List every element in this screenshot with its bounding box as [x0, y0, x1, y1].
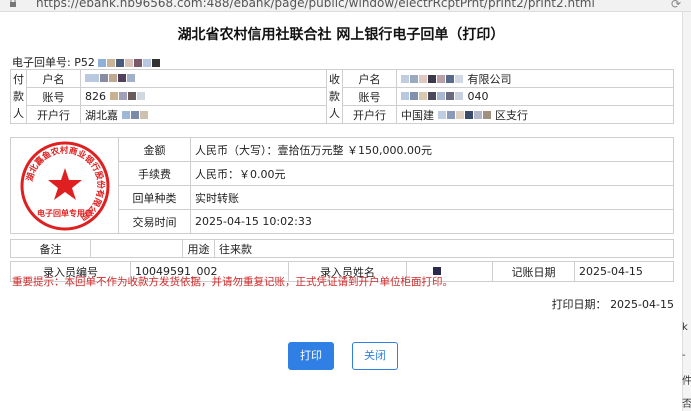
- payer-bank-label: 开户行: [26, 105, 81, 124]
- edge-text: 件: [682, 376, 691, 387]
- lock-icon: [10, 0, 16, 7]
- payer-account-label: 账号: [26, 87, 81, 106]
- details-table: 湖北嘉鱼农村商业银行股份有限公司 电子回单专用章 金额 人民币（大写）：壹拾伍万…: [10, 137, 674, 234]
- edge-text: k: [682, 322, 688, 333]
- print-date: 打印日期： 2025-04-15: [552, 296, 674, 312]
- payer-account-value: 826: [80, 87, 327, 106]
- transaction-time-value: 2025-04-15 10:02:33: [190, 209, 674, 234]
- booking-date-label: 记账日期: [492, 261, 575, 282]
- booking-date-value: 2025-04-15: [574, 261, 674, 282]
- redaction-mask: [109, 90, 146, 103]
- payee-account-label: 账号: [342, 87, 397, 106]
- payee-account-value: 040: [396, 87, 674, 106]
- receipt-number: 电子回单号: P52: [12, 54, 161, 70]
- receipt-type-label: 回单种类: [118, 185, 191, 210]
- remark-label: 备注: [10, 239, 91, 258]
- remark-table: 备注 用途 往来款: [10, 239, 674, 258]
- fee-label: 手续费: [118, 161, 191, 186]
- usage-value: 往来款: [214, 239, 674, 258]
- amount-value: 人民币（大写）：壹拾伍万元整 ￥150,000.00元: [190, 137, 674, 162]
- payee-side-label: 收款人: [326, 69, 343, 124]
- print-date-label: 打印日期：: [551, 298, 607, 311]
- redaction-mask: [437, 109, 492, 122]
- receipt-number-label: 电子回单号:: [12, 56, 71, 69]
- browser-url-bar[interactable]: https://ebank.hb96568.com:488/ebank/page…: [0, 0, 691, 12]
- print-button[interactable]: 打印: [288, 342, 334, 370]
- seal-icon: 湖北嘉鱼农村商业银行股份有限公司 电子回单专用章: [20, 141, 109, 230]
- receipt-type-value: 实时转账: [190, 185, 674, 210]
- edge-text: 否: [682, 399, 691, 410]
- redaction-mask: [401, 90, 464, 103]
- seal-cell: 湖北嘉鱼农村商业银行股份有限公司 电子回单专用章: [10, 137, 119, 234]
- warning-notice: 重要提示：本回单不作为收款方发货依据，并请勿重复记账，正式凭证请到开户单位柜面打…: [12, 276, 453, 288]
- payee-bank-value: 中国建 区支行: [396, 105, 674, 124]
- payee-bank-label: 开户行: [342, 105, 397, 124]
- close-button[interactable]: 关闭: [352, 342, 398, 370]
- payee-name-label: 户名: [342, 69, 397, 88]
- amount-label: 金额: [118, 137, 191, 162]
- redaction-mask: [401, 73, 464, 86]
- receipt-page: 湖北省农村信用社联合社 网上银行电子回单（打印） 电子回单号: P52 付款人 …: [0, 12, 682, 411]
- redaction-mask: [85, 72, 136, 85]
- payer-side-label: 付款人: [10, 69, 27, 124]
- print-date-value: 2025-04-15: [610, 298, 674, 311]
- receipt-number-value: P52: [74, 56, 95, 69]
- redaction-mask: [121, 109, 149, 122]
- payer-bank-value: 湖北嘉: [80, 105, 327, 124]
- page-title: 湖北省农村信用社联合社 网上银行电子回单（打印）: [177, 27, 505, 43]
- payer-name-value: [80, 69, 327, 88]
- reload-icon[interactable]: ⟳: [671, 0, 681, 11]
- party-table: 付款人 户名 收款人 户名 有限公司 账号 826 账号 040 开户行 湖北嘉…: [10, 69, 674, 124]
- remark-value: [90, 239, 183, 258]
- fee-value: 人民币：￥0.00元: [190, 161, 674, 186]
- redaction-mask: [98, 57, 161, 70]
- bank-seal-stamp: 湖北嘉鱼农村商业银行股份有限公司 电子回单专用章: [19, 140, 111, 232]
- edge-text: -: [682, 350, 686, 361]
- url-text[interactable]: https://ebank.hb96568.com:488/ebank/page…: [36, 0, 595, 10]
- payer-name-label: 户名: [26, 69, 81, 88]
- svg-text:电子回单专用章: 电子回单专用章: [37, 208, 93, 218]
- transaction-time-label: 交易时间: [118, 209, 191, 234]
- payee-name-value: 有限公司: [396, 69, 674, 88]
- usage-label: 用途: [182, 239, 215, 258]
